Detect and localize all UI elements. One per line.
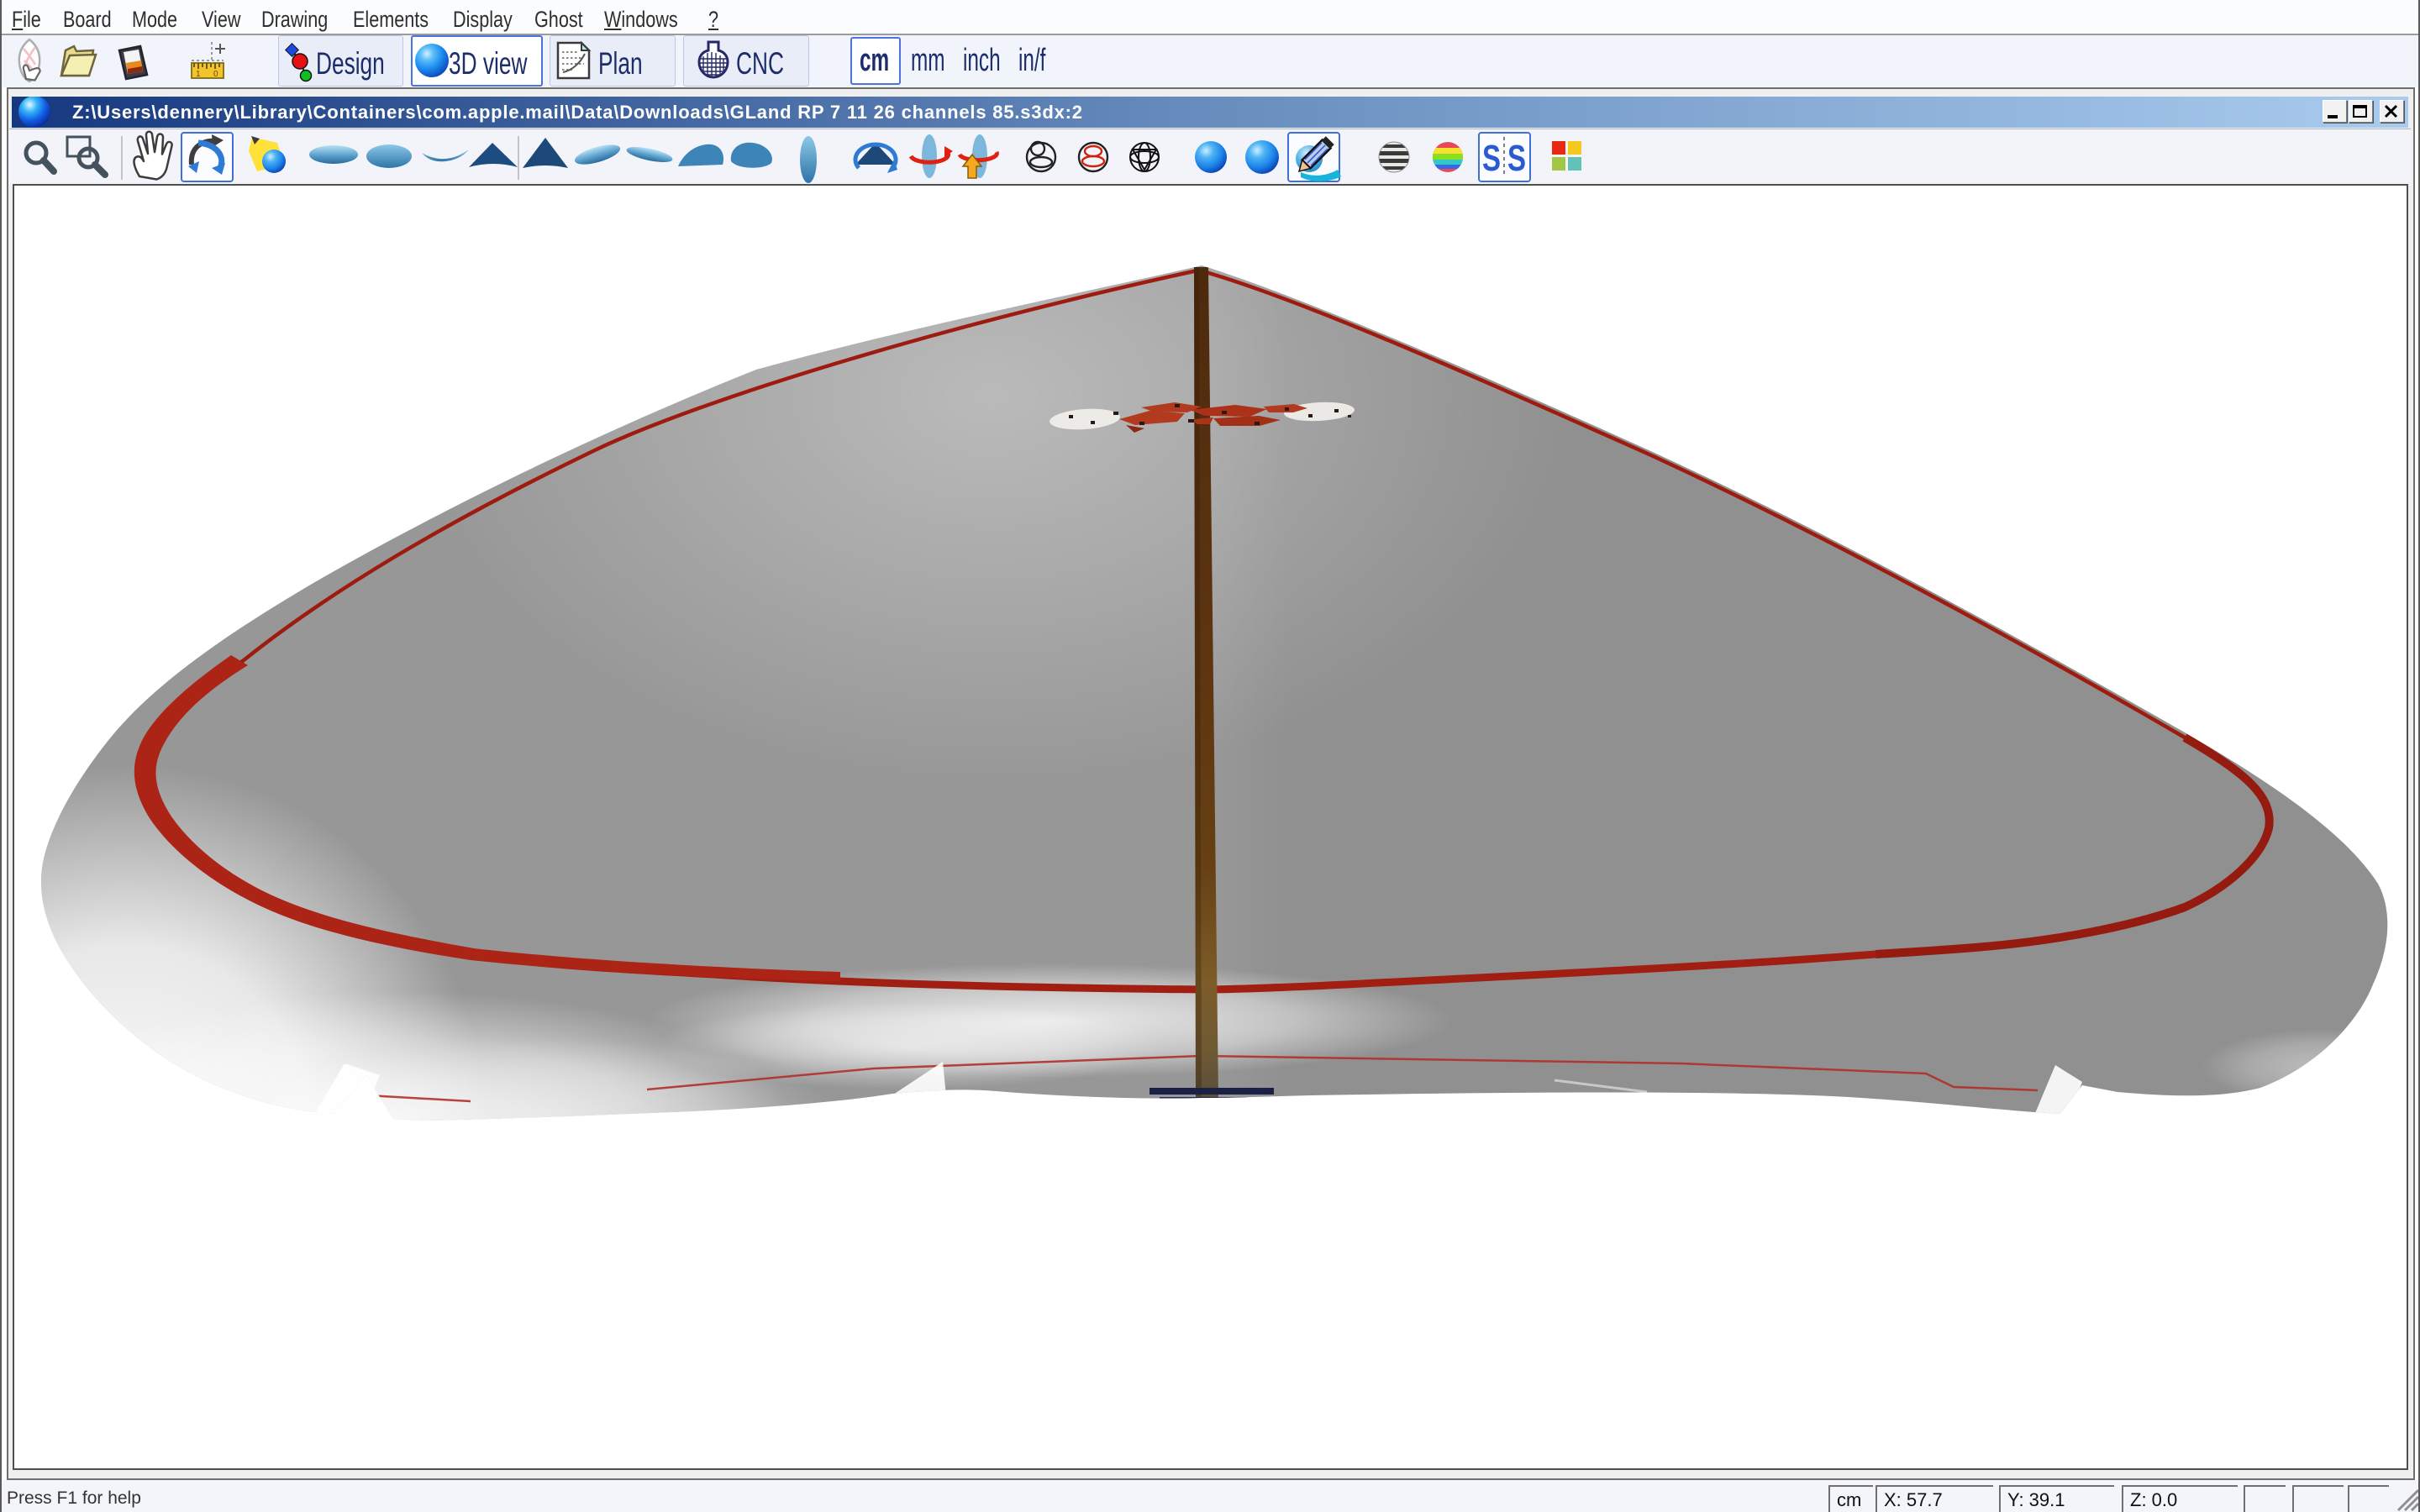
svg-text:1: 1	[196, 70, 201, 79]
svg-text:0: 0	[213, 70, 218, 79]
svg-text:S: S	[1482, 139, 1501, 180]
svg-text:S: S	[1507, 139, 1526, 180]
